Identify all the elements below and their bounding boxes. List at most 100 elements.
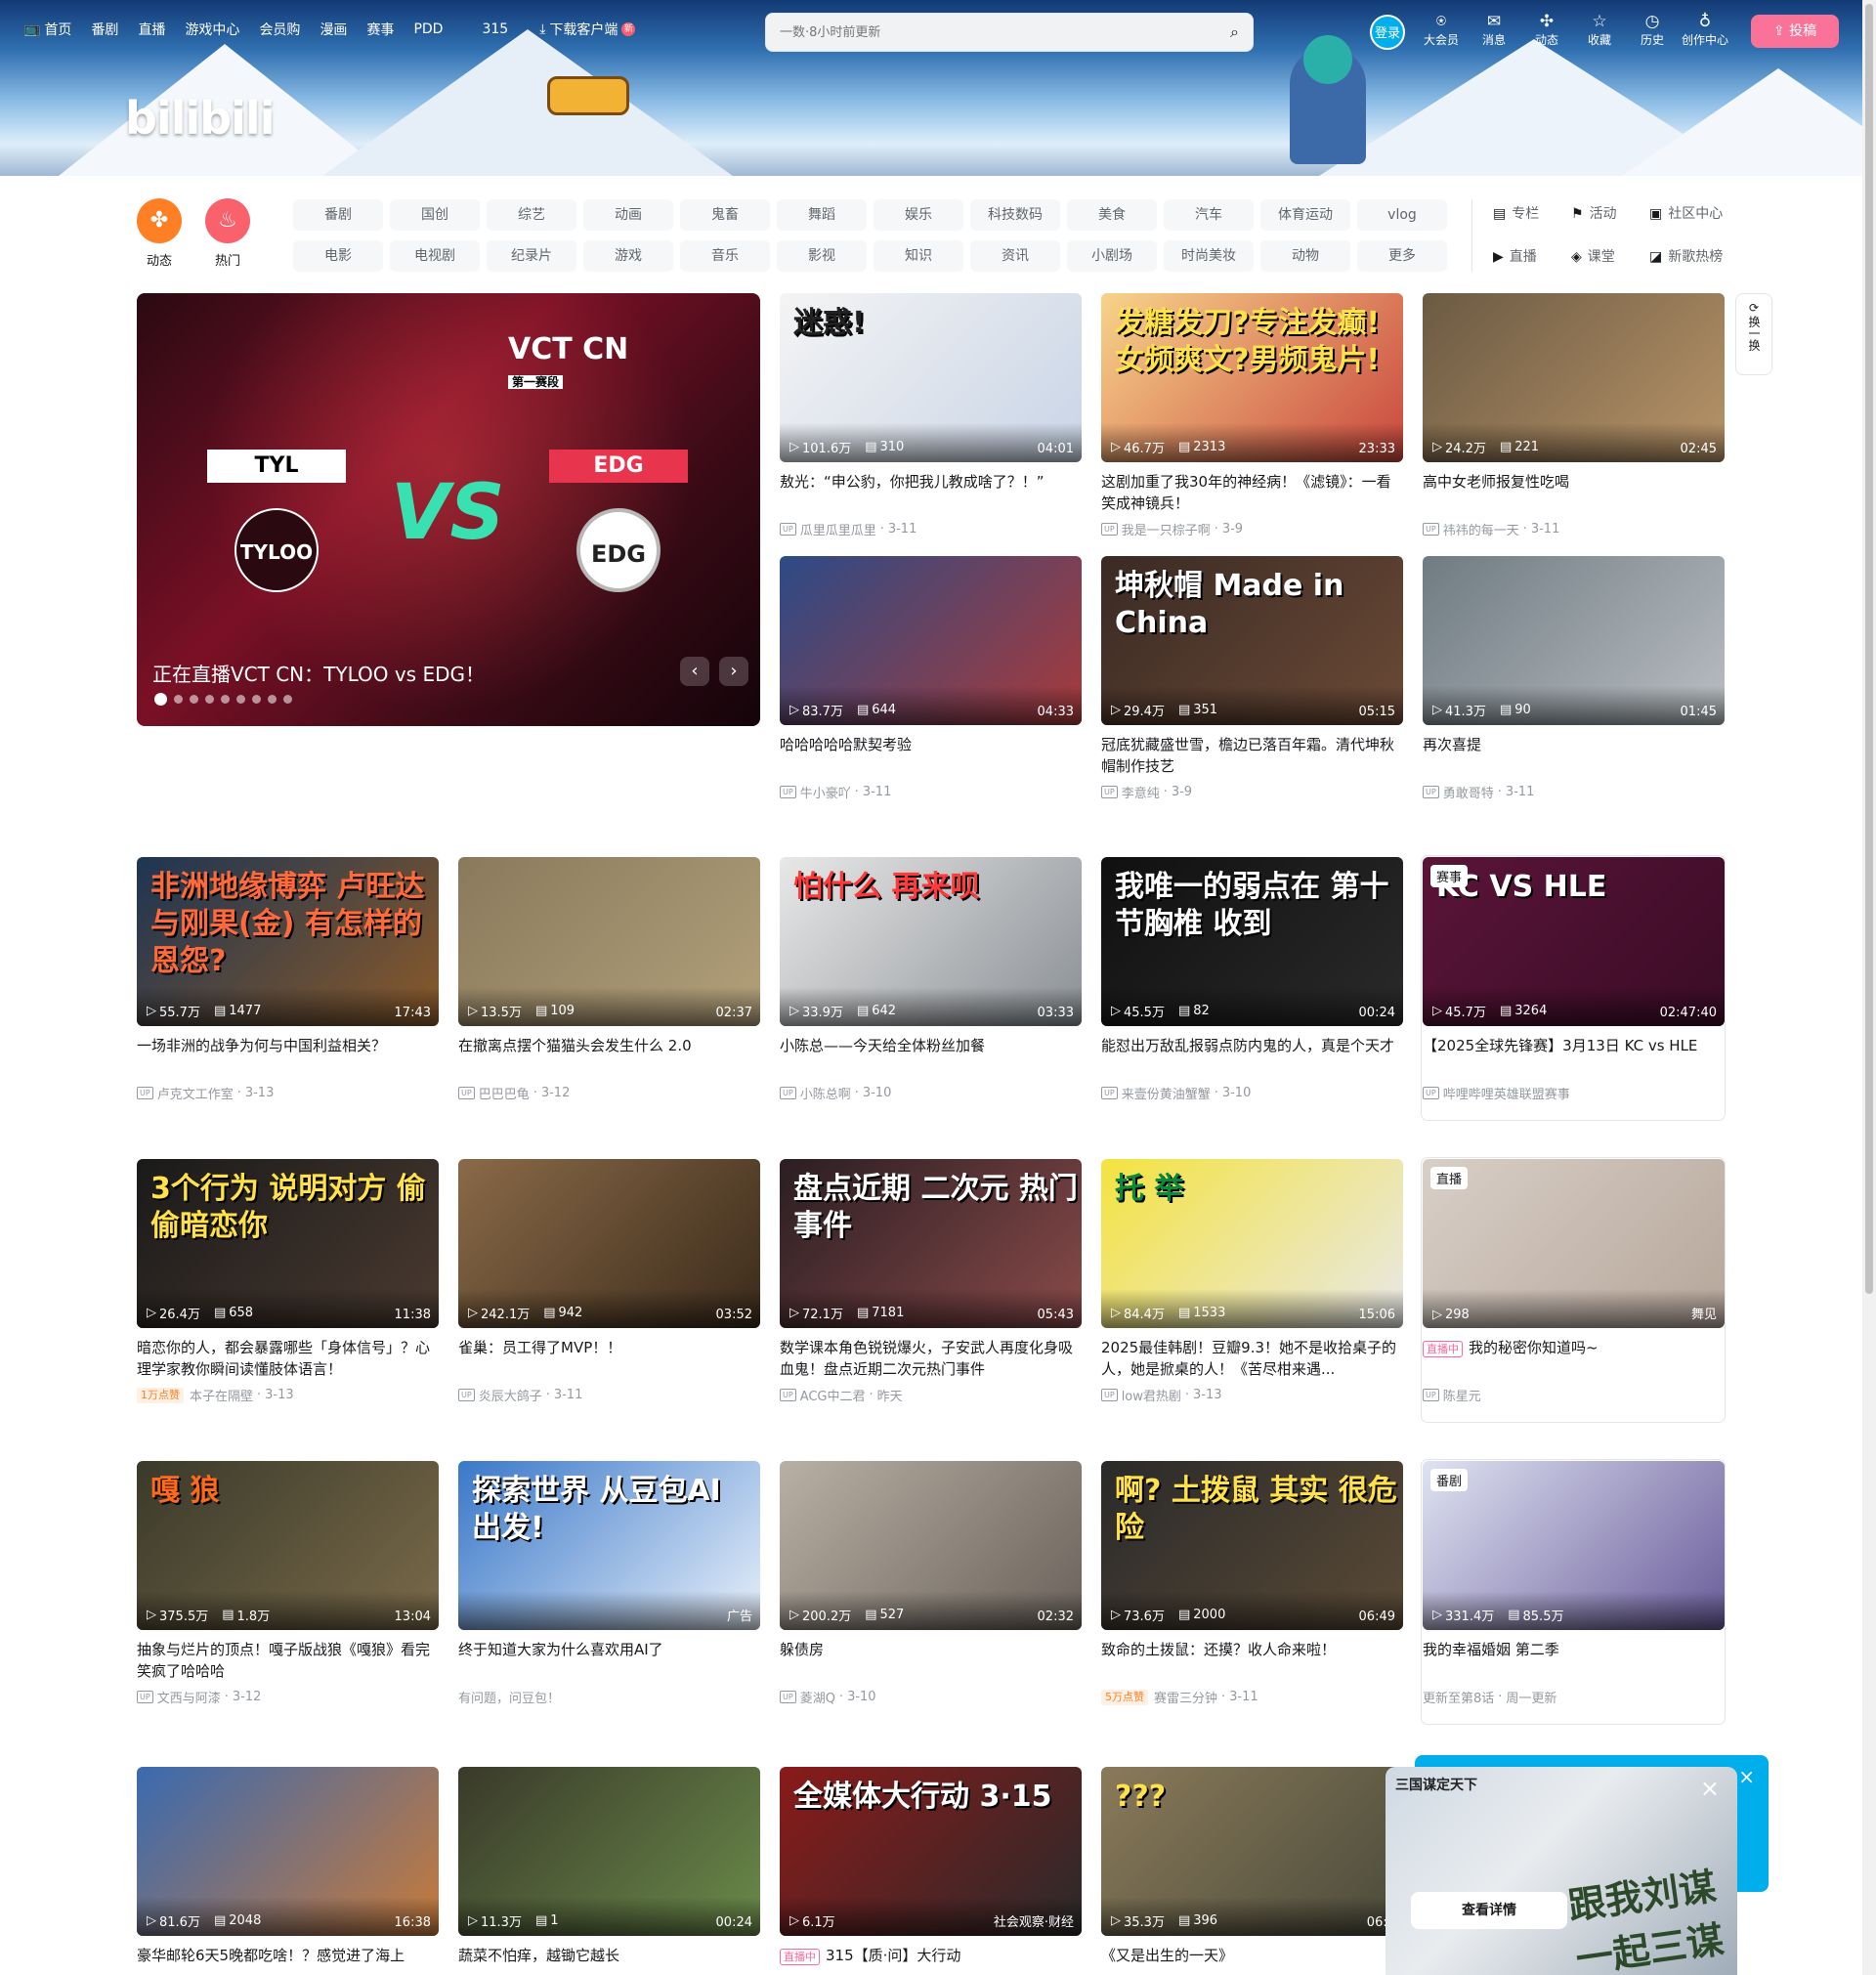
video-author[interactable]: 我是一只棕子啊 (1122, 520, 1211, 538)
featured-carousel[interactable]: VCT CN 第一赛段 TYL TYLOO VS EDG EDG 正在直播VCT … (137, 293, 760, 726)
side-link-community[interactable]: ▣ 社区中心 (1649, 199, 1757, 229)
category-13[interactable]: 电视剧 (390, 240, 480, 272)
category-1[interactable]: 国创 (390, 199, 480, 231)
ad-popup[interactable]: 三国谋定天下 × 查看详情 跟我刘谋 一起三谋 (1386, 1767, 1737, 1975)
category-7[interactable]: 科技数码 (970, 199, 1060, 231)
video-author[interactable]: 勇敢哥特 (1443, 783, 1494, 801)
video-card[interactable]: 迷惑! ▷ 101.6万 ▤ 310 04:01 敖光：“申公豹，你把我儿教成啥了？！” UP… (780, 293, 1082, 538)
video-title[interactable]: 一场非洲的战争为何与中国利益相关？ (137, 1035, 439, 1078)
category-20[interactable]: 小剧场 (1067, 240, 1157, 272)
carousel-dot[interactable] (252, 695, 261, 704)
login-avatar-button[interactable]: 登录 (1370, 15, 1405, 50)
history-button[interactable]: ◷ 历史 (1626, 12, 1679, 48)
video-title[interactable]: 豪华邮轮6天5晚都吃啥！？感觉进了海上 (137, 1945, 439, 1975)
video-thumbnail[interactable]: ??? ▷ 35.3万 ▤ 396 06:0 (1101, 1767, 1403, 1936)
popup-details-button[interactable]: 查看详情 (1411, 1892, 1567, 1929)
video-card[interactable]: 发糖发刀?专注发癫! 女频爽文?男频鬼片! ▷ 46.7万 ▤ 2313 23:33 这剧加… (1101, 293, 1403, 538)
side-link-activity[interactable]: ⚑ 活动 (1571, 199, 1649, 229)
scrollbar-thumb[interactable] (1865, 4, 1873, 1294)
category-0[interactable]: 番剧 (293, 199, 383, 231)
video-title[interactable]: 蔬菜不怕痒，越锄它越长 (458, 1945, 760, 1975)
carousel-dot[interactable] (236, 695, 245, 704)
video-thumbnail[interactable]: 番剧 ▷ 331.4万 ▤ 85.5万 (1423, 1461, 1725, 1630)
video-author[interactable]: 李意纯 (1122, 783, 1160, 801)
carousel-dot[interactable] (174, 695, 183, 704)
video-thumbnail[interactable]: 啊? 土拨鼠 其实 很危险 ▷ 73.6万 ▤ 2000 06:49 (1101, 1461, 1403, 1630)
video-thumbnail[interactable]: 发糖发刀?专注发癫! 女频爽文?男频鬼片! ▷ 46.7万 ▤ 2313 23:33 (1101, 293, 1403, 462)
nav-home[interactable]: 📺 首页 (23, 20, 71, 39)
video-author[interactable]: 来壹份黄油蟹蟹 (1122, 1084, 1211, 1102)
nav-download-client[interactable]: ⤓ 下载客户端新 (539, 20, 636, 39)
video-thumbnail[interactable]: ▷ 24.2万 ▤ 221 02:45 (1423, 293, 1725, 462)
video-title[interactable]: 再次喜提 (1423, 734, 1725, 777)
video-thumbnail[interactable]: ▷ 41.3万 ▤ 90 01:45 (1423, 556, 1725, 725)
video-title[interactable]: 冠底犹藏盛世雪，檐边已落百年霜。清代坤秋帽制作技艺 (1101, 734, 1403, 777)
video-author[interactable]: 赛雷三分钟 (1154, 1688, 1217, 1706)
video-thumbnail[interactable]: 嘎 狼 ▷ 375.5万 ▤ 1.8万 13:04 (137, 1461, 439, 1630)
carousel-dot[interactable] (154, 693, 167, 706)
video-thumbnail[interactable]: ▷ 11.3万 ▤ 1 00:24 (458, 1767, 760, 1936)
video-thumbnail[interactable]: ▷ 200.2万 ▤ 527 02:32 (780, 1461, 1082, 1630)
video-title[interactable]: 小陈总——今天给全体粉丝加餐 (780, 1035, 1082, 1078)
video-title[interactable]: 【2025全球先锋赛】3月13日 KC vs HLE (1423, 1035, 1725, 1078)
video-author[interactable]: 瓜里瓜里瓜里 (800, 520, 876, 538)
video-thumbnail[interactable]: 非洲地缘博弈 卢旺达与刚果(金) 有怎样的恩怨? ▷ 55.7万 ▤ 1477 17:43 (137, 857, 439, 1026)
carousel-dot[interactable] (205, 695, 214, 704)
video-title[interactable]: 雀巢：员工得了MVP！！ (458, 1337, 760, 1380)
video-card[interactable]: ▷ 13.5万 ▤ 109 02:37 在撤离点摆个猫猫头会发生什么 2.0 UP 巴巴巴龟 ·… (458, 857, 760, 1102)
video-title[interactable]: 直播中 315【质·问】大行动 (780, 1945, 1082, 1975)
video-card[interactable]: ▷ 242.1万 ▤ 942 03:52 雀巢：员工得了MVP！！ UP 炎辰大鸽子 · 3-11 (458, 1159, 760, 1404)
category-10[interactable]: 体育运动 (1260, 199, 1350, 231)
video-title[interactable]: 终于知道大家为什么喜欢用AI了 (458, 1639, 760, 1682)
video-title[interactable]: 数学课本角色锐锐爆火，子安武人再度化身吸血鬼！盘点近期二次元热门事件 (780, 1337, 1082, 1380)
category-2[interactable]: 综艺 (487, 199, 576, 231)
carousel-dot[interactable] (268, 695, 277, 704)
video-thumbnail[interactable]: 坤秋帽 Made in China ▷ 29.4万 ▤ 351 05:15 (1101, 556, 1403, 725)
category-19[interactable]: 资讯 (970, 240, 1060, 272)
dynamic-button[interactable]: ✣ 动态 (1520, 12, 1573, 48)
video-card[interactable]: 啊? 土拨鼠 其实 很危险 ▷ 73.6万 ▤ 2000 06:49 致命的土拨鼠：还摸？收… (1101, 1461, 1403, 1706)
video-thumbnail[interactable]: ▷ 83.7万 ▤ 644 04:33 (780, 556, 1082, 725)
video-thumbnail[interactable]: ▷ 242.1万 ▤ 942 03:52 (458, 1159, 760, 1328)
video-card[interactable]: 3个行为 说明对方 偷偷暗恋你 ▷ 26.4万 ▤ 658 11:38 暗恋你的人，都会暴露… (137, 1159, 439, 1404)
bilibili-logo[interactable]: bilibili (125, 92, 275, 145)
video-thumbnail[interactable]: KC VS HLE 赛事 ▷ 45.7万 ▤ 3264 02:47:40 (1423, 857, 1725, 1026)
video-author[interactable]: 有问题，问豆包！ (458, 1688, 560, 1706)
video-title[interactable]: 躲债房 (780, 1639, 1082, 1682)
video-author[interactable]: 哔哩哔哩英雄联盟赛事 (1443, 1084, 1570, 1102)
message-button[interactable]: ✉ 消息 (1468, 12, 1520, 48)
upload-button[interactable]: ⇪ 投稿 (1751, 15, 1839, 48)
video-title[interactable]: 我的幸福婚姻 第二季 (1423, 1639, 1725, 1682)
carousel-dot[interactable] (221, 695, 230, 704)
side-link-column[interactable]: ▤ 专栏 (1493, 199, 1571, 229)
category-11[interactable]: vlog (1357, 199, 1447, 231)
side-link-live[interactable]: ▶ 直播 (1493, 242, 1571, 272)
category-9[interactable]: 汽车 (1164, 199, 1254, 231)
video-author[interactable]: 文西与阿漆 (157, 1688, 221, 1706)
category-8[interactable]: 美食 (1067, 199, 1157, 231)
video-card[interactable]: 探索世界 从豆包AI 出发! 广告 终于知道大家为什么喜欢用AI了 有问题，问豆包！ (458, 1461, 760, 1706)
video-card[interactable]: 全媒体大行动 3·15 ▷ 6.1万 社会观察·财经 直播中 315【质·问】大行动 (780, 1767, 1082, 1975)
video-title[interactable]: 敖光：“申公豹，你把我儿教成啥了？！” (780, 471, 1082, 514)
creator-center-button[interactable]: ♁ 创作中心 (1679, 12, 1731, 48)
favorites-button[interactable]: ☆ 收藏 (1573, 12, 1626, 48)
close-icon[interactable]: × (1738, 1765, 1755, 1788)
side-link-classroom[interactable]: ◈ 课堂 (1571, 242, 1649, 272)
nav-mall[interactable]: 会员购 (259, 20, 300, 39)
video-card[interactable]: ▷ 24.2万 ▤ 221 02:45 高中女老师报复性吃喝 UP 祎祎的每一天 · 3-11 (1423, 293, 1725, 538)
carousel-title[interactable]: 正在直播VCT CN：TYLOO vs EDG！ (152, 659, 485, 687)
video-card[interactable]: ▷ 11.3万 ▤ 1 00:24 蔬菜不怕痒，越锄它越长 (458, 1767, 760, 1975)
video-author[interactable]: ACG中二君 (800, 1386, 866, 1404)
video-card[interactable]: ▷ 81.6万 ▤ 2048 16:38 豪华邮轮6天5晚都吃啥！？感觉进了海上 (137, 1767, 439, 1975)
nav-manga[interactable]: 漫画 (320, 20, 347, 39)
video-card[interactable]: 嘎 狼 ▷ 375.5万 ▤ 1.8万 13:04 抽象与烂片的顶点！嘎子版战狼《嘎狼》看完… (137, 1461, 439, 1706)
search-icon[interactable]: ⌕ (1230, 22, 1239, 42)
video-author[interactable]: 陈星元 (1443, 1386, 1481, 1404)
video-title[interactable]: 2025最佳韩剧！豆瓣9.3！她不是收拾桌子的人，她是掀桌的人！《苦尽柑来遇..… (1101, 1337, 1403, 1380)
nav-pdd[interactable]: PDD (413, 21, 443, 37)
dynamic-circle-button[interactable]: ✤ (137, 198, 182, 243)
video-author[interactable]: 巴巴巴龟 (479, 1084, 530, 1102)
video-title[interactable]: 在撤离点摆个猫猫头会发生什么 2.0 (458, 1035, 760, 1078)
carousel-prev-button[interactable]: ‹ (680, 657, 709, 686)
carousel-next-button[interactable]: › (719, 657, 748, 686)
